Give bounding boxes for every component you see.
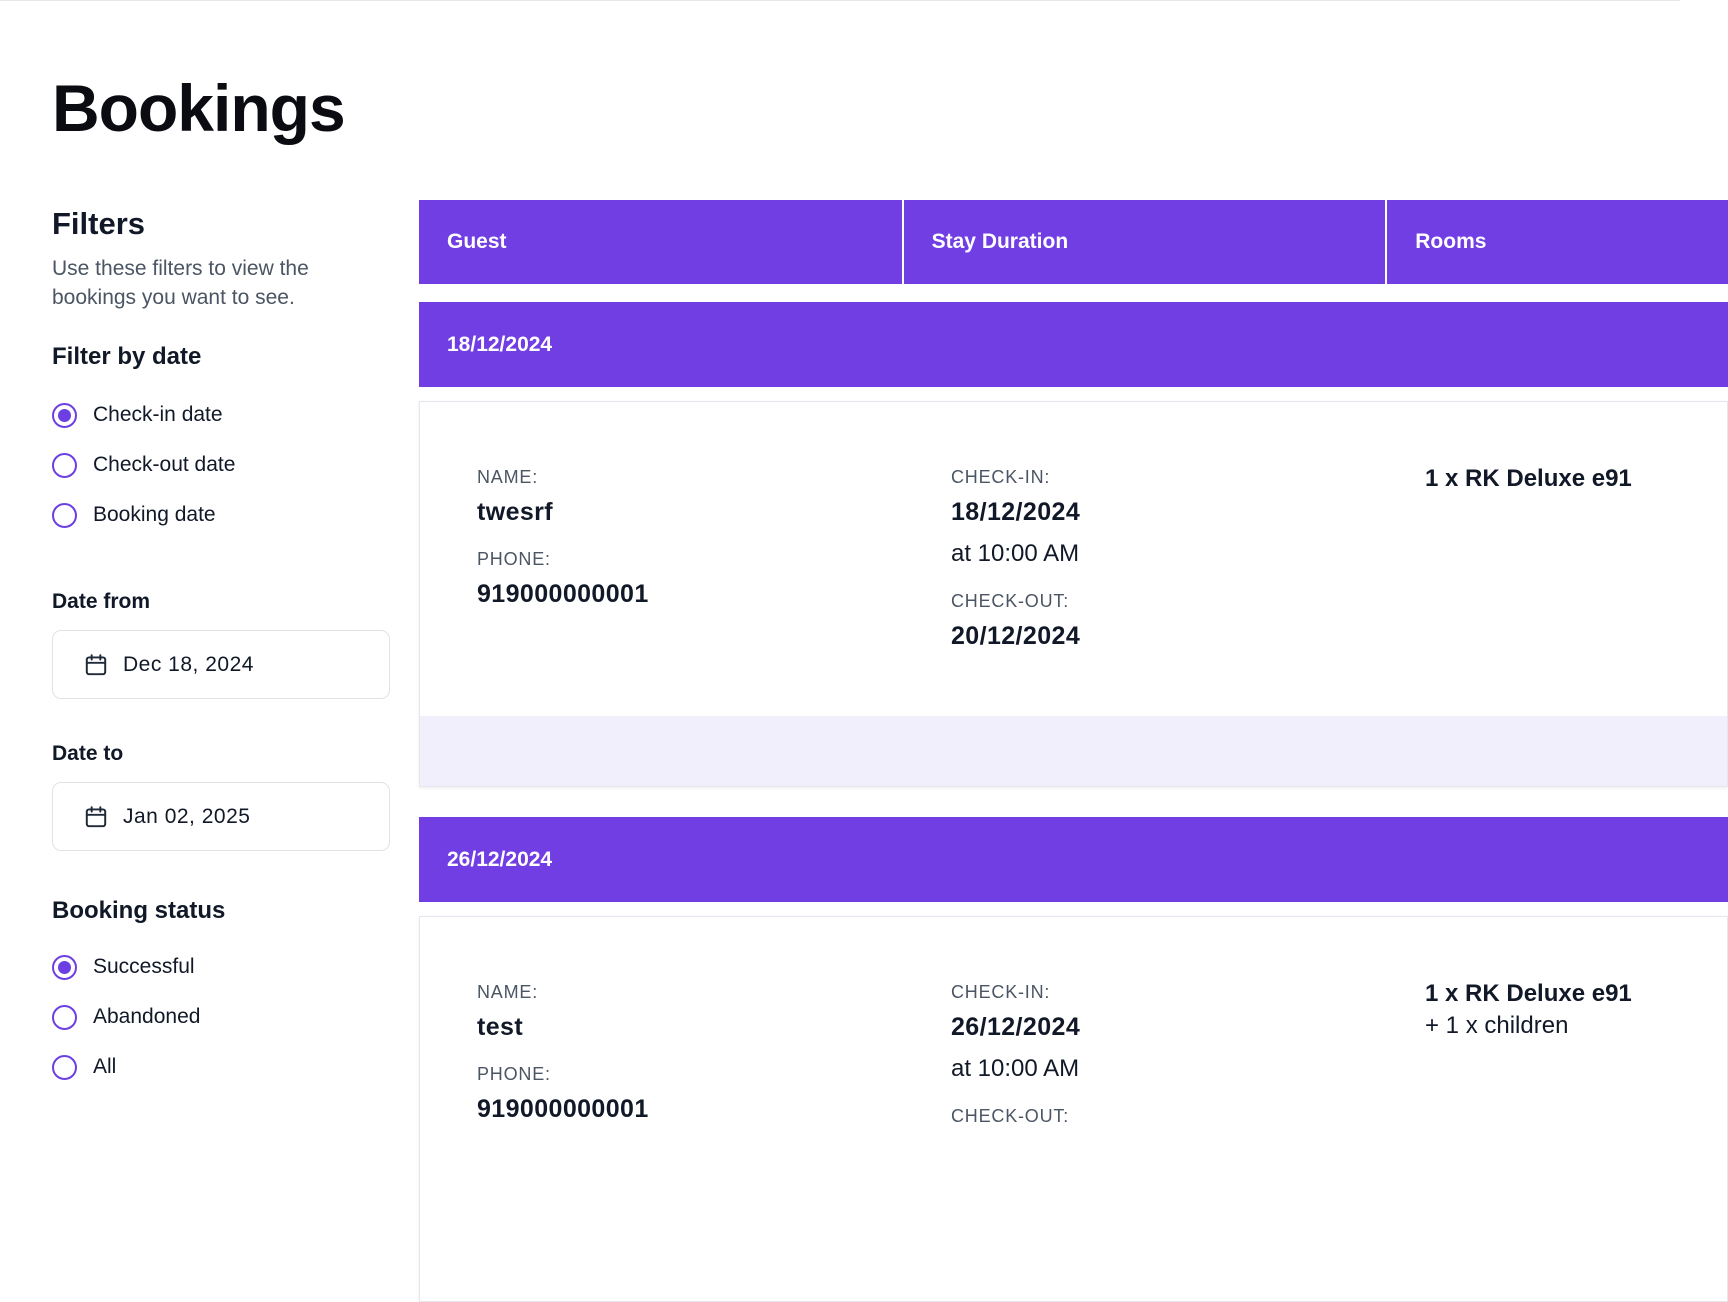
date-to-value: Jan 02, 2025 [123, 804, 251, 828]
date-from-input[interactable]: Dec 18, 2024 [52, 630, 390, 699]
booking-status-section: Booking status Successful Abandoned All [52, 896, 392, 1082]
radio-label: Abandoned [93, 1005, 201, 1028]
radio-button-selected[interactable] [52, 402, 77, 428]
checkout-date: 20/12/2024 [951, 622, 1081, 650]
guest-name: test [477, 1013, 524, 1041]
guest-name: twesrf [477, 498, 554, 526]
date-group-header: 26/12/2024 [419, 817, 1728, 902]
table-header: Guest Stay Duration Rooms [419, 200, 1728, 284]
checkin-label: CHECK-IN: [951, 982, 1051, 1002]
date-from-label: Date from [52, 590, 151, 613]
column-header-guest[interactable]: Guest [419, 200, 904, 284]
date-to-input[interactable]: Jan 02, 2025 [52, 782, 390, 851]
rooms-cell: 1 x RK Deluxe e91 [1425, 463, 1632, 495]
radio-label: All [93, 1055, 117, 1078]
radio-button[interactable] [52, 452, 77, 478]
date-from-section: Date from Dec 18, 2024 [52, 588, 392, 699]
booking-card-footer [420, 716, 1727, 786]
radio-checkout-date[interactable]: Check-out date [52, 450, 392, 480]
page-title: Bookings [52, 71, 346, 145]
guest-phone: 919000000001 [477, 1095, 649, 1123]
filter-by-date-section: Filter by date Check-in date Check-out d… [52, 342, 392, 530]
checkin-time: at 10:00 AM [951, 540, 1080, 567]
name-label: NAME: [477, 982, 539, 1002]
bookings-table: Guest Stay Duration Rooms 18/12/2024 NAM… [419, 200, 1728, 1302]
radio-button[interactable] [52, 502, 77, 528]
radio-button-selected[interactable] [52, 954, 77, 980]
top-divider [0, 0, 1680, 1]
room-extra: + 1 x children [1425, 1012, 1569, 1039]
radio-abandoned[interactable]: Abandoned [52, 1002, 392, 1032]
radio-successful[interactable]: Successful [52, 952, 392, 982]
checkin-date: 26/12/2024 [951, 1013, 1081, 1041]
radio-label: Booking date [93, 503, 216, 526]
date-group-header: 18/12/2024 [419, 302, 1728, 387]
room-name: 1 x RK Deluxe e91 [1425, 465, 1632, 492]
radio-button[interactable] [52, 1004, 77, 1030]
column-header-rooms[interactable]: Rooms [1387, 200, 1728, 284]
radio-button[interactable] [52, 1054, 77, 1080]
checkout-label: CHECK-OUT: [951, 591, 1070, 611]
date-to-section: Date to Jan 02, 2025 [52, 740, 392, 851]
booking-card[interactable]: NAME: test PHONE: 919000000001 CHECK-IN:… [419, 916, 1728, 1302]
column-header-stay-duration[interactable]: Stay Duration [904, 200, 1388, 284]
calendar-icon [85, 653, 107, 675]
radio-all[interactable]: All [52, 1052, 392, 1082]
booking-card[interactable]: NAME: twesrf PHONE: 919000000001 CHECK-I… [419, 401, 1728, 787]
guest-cell: NAME: test PHONE: 919000000001 [477, 981, 649, 1125]
radio-checkin-date[interactable]: Check-in date [52, 400, 392, 430]
stay-duration-cell: CHECK-IN: 26/12/2024 at 10:00 AM CHECK-O… [951, 981, 1080, 1127]
filter-by-date-title: Filter by date [52, 343, 202, 370]
stay-duration-cell: CHECK-IN: 18/12/2024 at 10:00 AM CHECK-O… [951, 466, 1080, 652]
guest-phone: 919000000001 [477, 580, 649, 608]
checkout-label: CHECK-OUT: [951, 1106, 1070, 1126]
calendar-icon [85, 805, 107, 827]
guest-cell: NAME: twesrf PHONE: 919000000001 [477, 466, 649, 610]
checkin-date: 18/12/2024 [951, 498, 1081, 526]
radio-label: Check-in date [93, 403, 223, 426]
checkin-time: at 10:00 AM [951, 1055, 1080, 1082]
date-from-value: Dec 18, 2024 [123, 652, 254, 676]
booking-status-title: Booking status [52, 897, 226, 924]
radio-label: Check-out date [93, 453, 236, 476]
name-label: NAME: [477, 467, 539, 487]
radio-booking-date[interactable]: Booking date [52, 500, 392, 530]
phone-label: PHONE: [477, 549, 551, 569]
checkin-label: CHECK-IN: [951, 467, 1051, 487]
phone-label: PHONE: [477, 1064, 551, 1084]
room-name: 1 x RK Deluxe e91 [1425, 980, 1632, 1007]
filters-description: Use these filters to view the bookings y… [52, 257, 309, 309]
date-to-label: Date to [52, 742, 124, 765]
filters-heading: Filters [52, 206, 146, 241]
filters-sidebar: Filters Use these filters to view the bo… [52, 204, 392, 1082]
rooms-cell: 1 x RK Deluxe e91 + 1 x children [1425, 978, 1632, 1042]
radio-label: Successful [93, 955, 195, 978]
